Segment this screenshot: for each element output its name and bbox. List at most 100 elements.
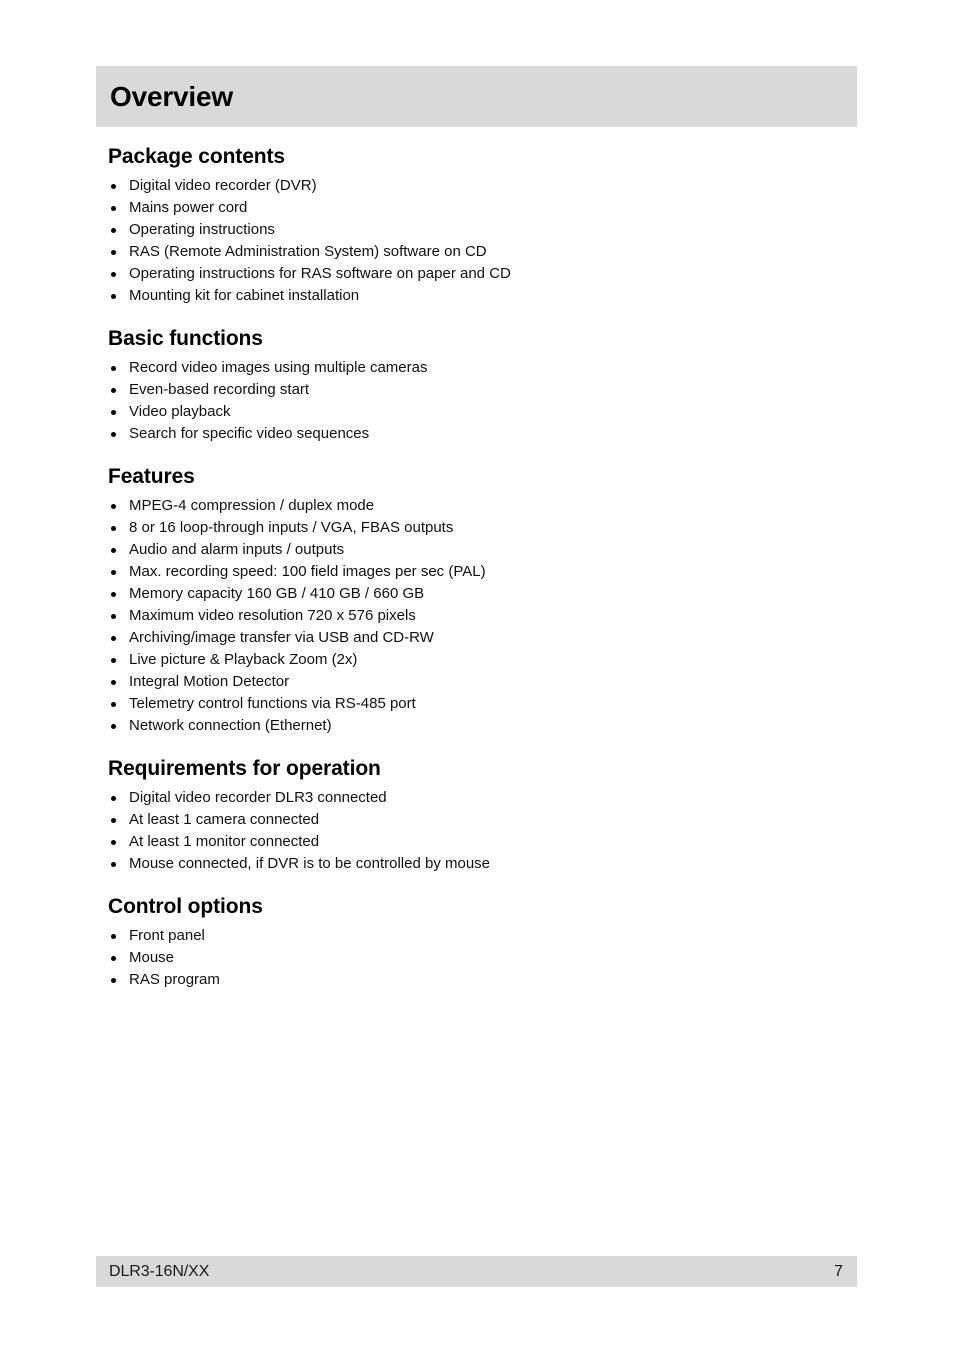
list-item-label: Mouse connected, if DVR is to be control…: [129, 855, 491, 872]
list-item: Network connection (Ethernet): [108, 715, 858, 737]
list-item: RAS (Remote Administration System) softw…: [108, 241, 858, 263]
bullet-point-icon: [111, 526, 116, 531]
list-item: Mounting kit for cabinet installation: [108, 285, 858, 307]
list-item-label: Network connection (Ethernet): [129, 717, 332, 734]
bullet-point-icon: [111, 978, 116, 983]
list-item-label: Integral Motion Detector: [129, 673, 290, 690]
list-item: At least 1 camera connected: [108, 809, 858, 831]
section-heading: Package contents: [108, 145, 285, 168]
bullet-point-icon: [111, 366, 116, 371]
bullet-point-icon: [111, 702, 116, 707]
list-item-label: Archiving/image transfer via USB and CD-…: [129, 629, 434, 646]
bullet-point-icon: [111, 548, 116, 553]
list-item: Telemetry control functions via RS-485 p…: [108, 693, 858, 715]
list-item: Front panel: [108, 925, 858, 947]
list-item: Search for specific video sequences: [108, 423, 858, 445]
list-item: Mouse: [108, 947, 858, 969]
footer-band: DLR3-16N/XX 7: [96, 1256, 857, 1287]
list-item: Digital video recorder DLR3 connected: [108, 787, 858, 809]
list-item: RAS program: [108, 969, 858, 991]
bullet-point-icon: [111, 862, 116, 867]
list-item: Mains power cord: [108, 197, 858, 219]
page-number: 7: [834, 1263, 843, 1280]
bullet-point-icon: [111, 570, 116, 575]
bullet-point-icon: [111, 658, 116, 663]
list-item: Operating instructions for RAS software …: [108, 263, 858, 285]
list-item: MPEG-4 compression / duplex mode: [108, 495, 858, 517]
list-item: Memory capacity 160 GB / 410 GB / 660 GB: [108, 583, 858, 605]
bullet-list: Front panel Mouse RAS program: [108, 925, 858, 991]
list-item-label: Search for specific video sequences: [129, 425, 370, 442]
section-heading: Features: [108, 465, 195, 488]
list-item-label: Maximum video resolution 720 x 576 pixel…: [129, 607, 416, 624]
list-item: 8 or 16 loop-through inputs / VGA, FBAS …: [108, 517, 858, 539]
bullet-point-icon: [111, 294, 116, 299]
list-item: Even-based recording start: [108, 379, 858, 401]
list-item-label: MPEG-4 compression / duplex mode: [129, 497, 375, 514]
footer-model-label: DLR3-16N/XX: [109, 1263, 210, 1280]
list-item-label: Digital video recorder DLR3 connected: [129, 789, 387, 806]
bullet-point-icon: [111, 388, 116, 393]
bullet-list: Digital video recorder (DVR) Mains power …: [108, 175, 858, 307]
bullet-point-icon: [111, 956, 116, 961]
list-item: Live picture & Playback Zoom (2x): [108, 649, 858, 671]
bullet-list: MPEG-4 compression / duplex mode 8 or 16 …: [108, 495, 858, 737]
list-item-label: Video playback: [129, 403, 231, 420]
list-item-label: RAS (Remote Administration System) softw…: [129, 243, 487, 260]
list-item: Archiving/image transfer via USB and CD-…: [108, 627, 858, 649]
bullet-point-icon: [111, 724, 116, 729]
list-item: Digital video recorder (DVR): [108, 175, 858, 197]
list-item-label: RAS program: [129, 971, 220, 988]
list-item-label: Memory capacity 160 GB / 410 GB / 660 GB: [129, 585, 425, 602]
list-item: Video playback: [108, 401, 858, 423]
bullet-point-icon: [111, 636, 116, 641]
chapter-header-band: Overview: [96, 66, 857, 127]
list-item-label: At least 1 monitor connected: [129, 833, 320, 850]
content-section: Control options Front panel Mouse RAS progr…: [108, 894, 858, 991]
list-item-label: Mouse: [129, 949, 175, 966]
section-heading: Requirements for operation: [108, 757, 381, 780]
bullet-list: Digital video recorder DLR3 connected At …: [108, 787, 858, 875]
content-section: Requirements for operation Digital video …: [108, 756, 858, 875]
list-item-label: Live picture & Playback Zoom (2x): [129, 651, 358, 668]
bullet-point-icon: [111, 818, 116, 823]
bullet-point-icon: [111, 592, 116, 597]
section-heading: Control options: [108, 895, 263, 918]
bullet-point-icon: [111, 250, 116, 255]
content-section: Basic functions Record video images using…: [108, 326, 858, 445]
list-item-label: Even-based recording start: [129, 381, 310, 398]
list-item-label: Operating instructions for RAS software …: [129, 265, 511, 282]
list-item-label: At least 1 camera connected: [129, 811, 320, 828]
list-item: At least 1 monitor connected: [108, 831, 858, 853]
content-column: Package contents Digital video recorder (…: [108, 144, 858, 991]
list-item: Audio and alarm inputs / outputs: [108, 539, 858, 561]
section-heading: Basic functions: [108, 327, 263, 350]
list-item-label: Digital video recorder (DVR): [129, 177, 317, 194]
bullet-point-icon: [111, 272, 116, 277]
bullet-point-icon: [111, 934, 116, 939]
list-item-label: Mounting kit for cabinet installation: [129, 287, 360, 304]
bullet-point-icon: [111, 228, 116, 233]
bullet-point-icon: [111, 796, 116, 801]
bullet-point-icon: [111, 614, 116, 619]
list-item: Integral Motion Detector: [108, 671, 858, 693]
document-page: Overview Package contents Digital video r…: [0, 0, 954, 1354]
list-item-label: Record video images using multiple camer…: [129, 359, 428, 376]
bullet-point-icon: [111, 410, 116, 415]
bullet-point-icon: [111, 432, 116, 437]
bullet-point-icon: [111, 184, 116, 189]
list-item-label: Operating instructions: [129, 221, 275, 238]
list-item-label: Max. recording speed: 100 field images p…: [129, 563, 486, 580]
bullet-point-icon: [111, 680, 116, 685]
list-item: Maximum video resolution 720 x 576 pixel…: [108, 605, 858, 627]
list-item: Operating instructions: [108, 219, 858, 241]
list-item-label: 8 or 16 loop-through inputs / VGA, FBAS …: [129, 519, 454, 536]
list-item-label: Telemetry control functions via RS-485 p…: [129, 695, 416, 712]
list-item-label: Mains power cord: [129, 199, 248, 216]
list-item: Record video images using multiple camer…: [108, 357, 858, 379]
bullet-list: Record video images using multiple camer…: [108, 357, 858, 445]
list-item: Max. recording speed: 100 field images p…: [108, 561, 858, 583]
bullet-point-icon: [111, 840, 116, 845]
list-item: Mouse connected, if DVR is to be control…: [108, 853, 858, 875]
content-section: Features MPEG-4 compression / duplex mode…: [108, 464, 858, 737]
